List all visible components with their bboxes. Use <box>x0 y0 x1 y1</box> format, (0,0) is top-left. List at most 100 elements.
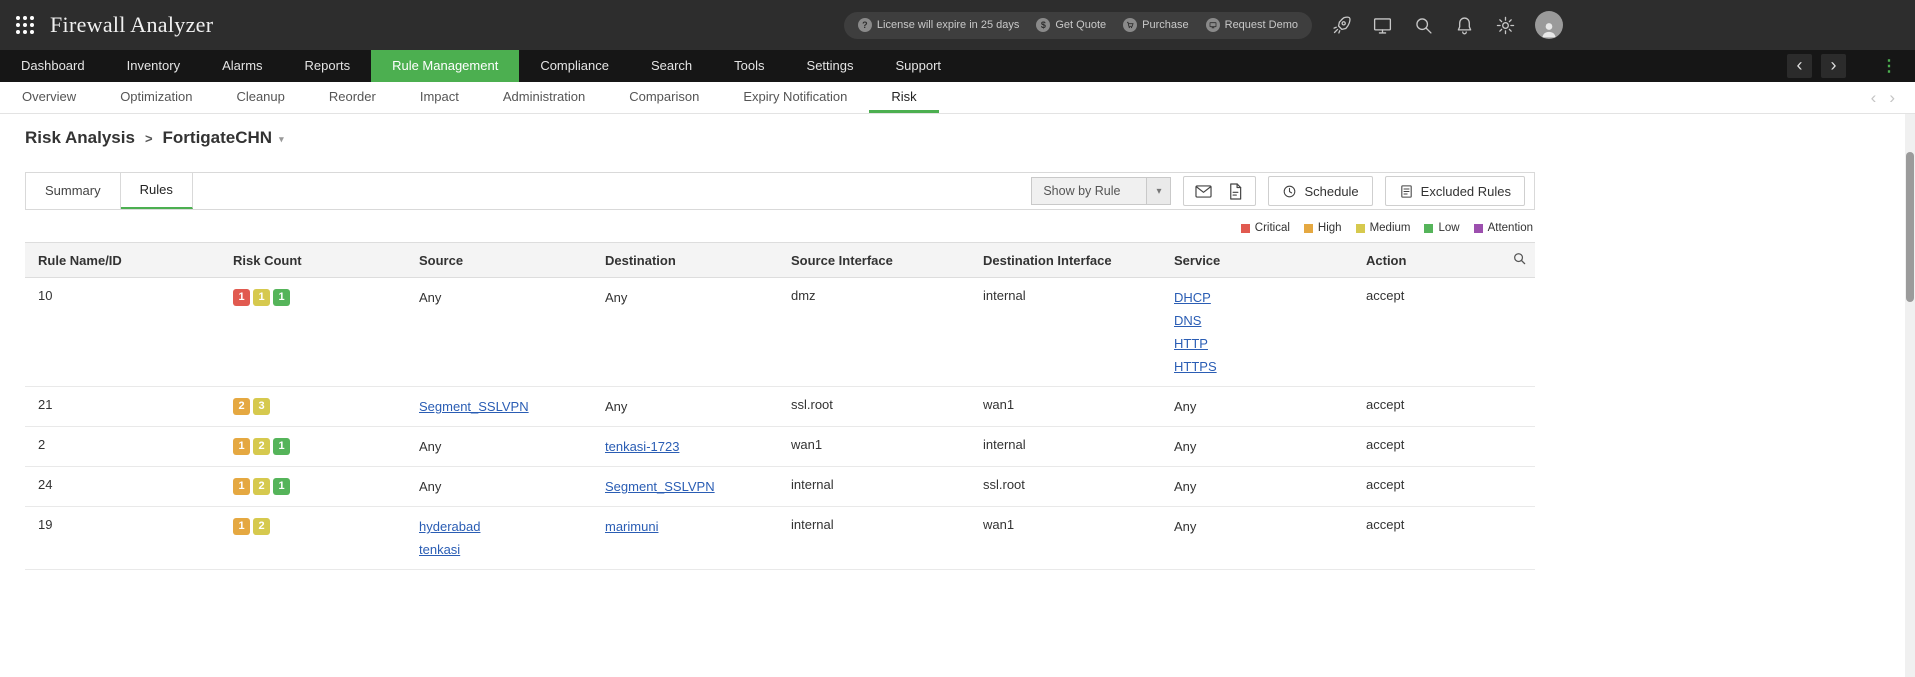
risk-badge[interactable]: 1 <box>233 478 250 495</box>
risk-badge[interactable]: 2 <box>253 438 270 455</box>
apps-grid-icon[interactable] <box>16 16 34 34</box>
rocket-icon[interactable] <box>1330 14 1352 36</box>
topbar-pill-license-will-expire-in-25-days[interactable]: ?License will expire in 25 days <box>858 18 1019 32</box>
subnav-item-expiry-notification[interactable]: Expiry Notification <box>721 82 869 113</box>
risk-badge[interactable]: 1 <box>233 438 250 455</box>
risk-badge[interactable]: 1 <box>233 518 250 535</box>
cell-action: accept <box>1353 278 1463 387</box>
column-header-source-interface[interactable]: Source Interface <box>778 243 970 278</box>
column-header-rule-name-id[interactable]: Rule Name/ID <box>25 243 220 278</box>
risk-badge[interactable]: 1 <box>273 289 290 306</box>
source-link[interactable]: hyderabad <box>419 519 480 534</box>
nav-kebab-menu-icon[interactable]: ⋮ <box>1877 56 1901 76</box>
risk-badge[interactable]: 1 <box>233 289 250 306</box>
rules-list-icon <box>1399 184 1414 199</box>
subnav-item-risk[interactable]: Risk <box>869 82 938 113</box>
subnav-item-overview[interactable]: Overview <box>0 82 98 113</box>
email-export-icon[interactable] <box>1194 182 1213 201</box>
pdf-export-icon[interactable] <box>1226 182 1245 201</box>
destination-line: marimuni <box>605 517 765 536</box>
nav-tab-settings[interactable]: Settings <box>786 50 875 82</box>
column-header-destination[interactable]: Destination <box>592 243 778 278</box>
topbar-pill-get-quote[interactable]: $Get Quote <box>1036 18 1106 32</box>
service-line: HTTP <box>1174 334 1340 353</box>
view-tab-summary[interactable]: Summary <box>26 173 121 209</box>
nav-tab-alarms[interactable]: Alarms <box>201 50 283 82</box>
risk-badge[interactable]: 3 <box>253 398 270 415</box>
cell-rule-id: 19 <box>25 507 220 570</box>
subnav-item-comparison[interactable]: Comparison <box>607 82 721 113</box>
clock-icon <box>1282 184 1297 199</box>
schedule-button[interactable]: Schedule <box>1268 176 1372 206</box>
show-by-caret-icon[interactable]: ▾ <box>1146 178 1170 204</box>
nav-chevron-left-icon[interactable]: ‹ <box>1787 54 1812 78</box>
topbar-pill-request-demo[interactable]: Request Demo <box>1206 18 1298 32</box>
breadcrumb-section[interactable]: Risk Analysis <box>25 128 135 148</box>
subnav-item-reorder[interactable]: Reorder <box>307 82 398 113</box>
subnav-item-cleanup[interactable]: Cleanup <box>214 82 306 113</box>
destination-link[interactable]: marimuni <box>605 519 658 534</box>
source-line: tenkasi <box>419 540 579 559</box>
gear-icon[interactable] <box>1494 14 1516 36</box>
monitor-icon[interactable] <box>1371 14 1393 36</box>
service-link[interactable]: DNS <box>1174 313 1201 328</box>
destination-link[interactable]: Segment_SSLVPN <box>605 479 715 494</box>
show-by-dropdown[interactable]: Show by Rule ▾ <box>1031 177 1171 205</box>
risk-badge[interactable]: 1 <box>273 438 290 455</box>
bell-icon[interactable] <box>1453 14 1475 36</box>
subnav-item-optimization[interactable]: Optimization <box>98 82 214 113</box>
subnav-chevron-left-icon[interactable]: ‹ <box>1871 89 1877 106</box>
device-dropdown-caret-icon[interactable]: ▾ <box>279 131 284 145</box>
nav-tab-reports[interactable]: Reports <box>284 50 372 82</box>
table-search-icon[interactable] <box>1512 251 1527 266</box>
service-link[interactable]: HTTP <box>1174 336 1208 351</box>
source-link[interactable]: Segment_SSLVPN <box>419 399 529 414</box>
cell-destination: Any <box>592 387 778 427</box>
nav-tab-rule-management[interactable]: Rule Management <box>371 50 519 82</box>
column-header-destination-interface[interactable]: Destination Interface <box>970 243 1161 278</box>
cell-risk-count: 23 <box>220 387 406 427</box>
cell-action: accept <box>1353 467 1463 507</box>
user-avatar[interactable] <box>1535 11 1563 39</box>
subnav-chevron-right-icon[interactable]: › <box>1889 89 1895 106</box>
cell-risk-count: 121 <box>220 467 406 507</box>
subnav-item-impact[interactable]: Impact <box>398 82 481 113</box>
column-header-risk-count[interactable]: Risk Count <box>220 243 406 278</box>
nav-tab-dashboard[interactable]: Dashboard <box>0 50 106 82</box>
nav-tab-inventory[interactable]: Inventory <box>106 50 201 82</box>
view-tab-rules[interactable]: Rules <box>121 173 193 209</box>
breadcrumb-device[interactable]: FortigateCHN <box>163 128 273 148</box>
risk-badge[interactable]: 2 <box>253 518 270 535</box>
service-link[interactable]: HTTPS <box>1174 359 1217 374</box>
column-header-source[interactable]: Source <box>406 243 592 278</box>
nav-tab-tools[interactable]: Tools <box>713 50 785 82</box>
risk-badge[interactable]: 1 <box>253 289 270 306</box>
topbar-pill-label: License will expire in 25 days <box>877 19 1019 31</box>
risk-badge[interactable]: 2 <box>233 398 250 415</box>
risk-badge[interactable]: 2 <box>253 478 270 495</box>
app-title: Firewall Analyzer <box>50 12 213 38</box>
source-link[interactable]: tenkasi <box>419 542 460 557</box>
subnav-item-administration[interactable]: Administration <box>481 82 607 113</box>
table-row-24: 24121AnySegment_SSLVPNinternalssl.rootAn… <box>25 467 1535 507</box>
nav-tab-compliance[interactable]: Compliance <box>519 50 630 82</box>
risk-badge[interactable]: 1 <box>273 478 290 495</box>
destination-link[interactable]: tenkasi-1723 <box>605 439 679 454</box>
table-row-21: 2123Segment_SSLVPNAnyssl.rootwan1Anyacce… <box>25 387 1535 427</box>
column-header-action[interactable]: Action <box>1353 243 1463 278</box>
nav-tab-support[interactable]: Support <box>875 50 963 82</box>
cell-source: Any <box>406 278 592 387</box>
nav-tab-search[interactable]: Search <box>630 50 713 82</box>
excluded-rules-button[interactable]: Excluded Rules <box>1385 176 1525 206</box>
legend-label: Medium <box>1370 222 1411 234</box>
main-nav-tabs: DashboardInventoryAlarmsReportsRule Mana… <box>0 50 962 82</box>
schedule-button-label: Schedule <box>1304 184 1358 199</box>
topbar-pill-purchase[interactable]: Purchase <box>1123 18 1188 32</box>
search-icon[interactable] <box>1412 14 1434 36</box>
column-header-service[interactable]: Service <box>1161 243 1353 278</box>
nav-chevron-right-icon[interactable]: › <box>1821 54 1846 78</box>
page-scrollbar[interactable] <box>1905 114 1915 677</box>
scrollbar-thumb[interactable] <box>1906 152 1914 302</box>
service-link[interactable]: DHCP <box>1174 290 1211 305</box>
export-icon-group <box>1183 176 1256 206</box>
